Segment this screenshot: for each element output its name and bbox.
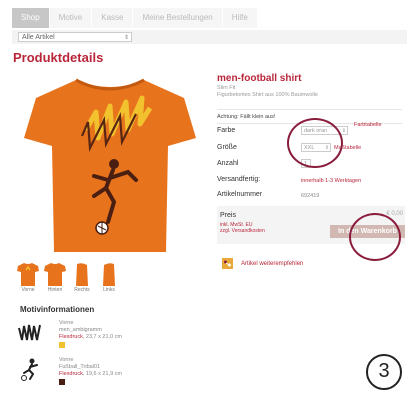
thumbnail-left[interactable]: Links bbox=[97, 262, 121, 293]
tab-kasse[interactable]: Kasse bbox=[92, 8, 134, 28]
thumbnail-label: Hinten bbox=[47, 287, 63, 293]
motiv-item: Vorne Fußball_Tribal01 Flexdruck, 19,6 x… bbox=[18, 357, 122, 385]
print-type-link[interactable]: Flexdruck bbox=[59, 334, 83, 340]
category-select[interactable]: Alle Artikel ⇕ bbox=[18, 32, 132, 42]
product-description: Figurbetontes Shirt aus 100% Baumwolle bbox=[217, 92, 318, 98]
tshirt-front-icon bbox=[17, 263, 39, 286]
size-label: Größe bbox=[217, 144, 237, 151]
step-number-badge: 3 bbox=[366, 354, 402, 390]
price-label: Preis bbox=[220, 212, 236, 219]
tshirt-back-icon bbox=[44, 263, 66, 286]
thumbnail-back[interactable]: Hinten bbox=[43, 262, 67, 293]
page-title: Produktdetails bbox=[13, 50, 104, 65]
shipping-cost-link[interactable]: zzgl. Versandkosten bbox=[220, 228, 265, 234]
size-warning: Achtung: Fällt klein aus! bbox=[217, 114, 276, 120]
color-table-link[interactable]: Farbtabelle bbox=[354, 122, 382, 128]
quantity-label: Anzahl bbox=[217, 160, 239, 167]
recommend-link[interactable]: Artikel weiterempfehlen bbox=[222, 258, 303, 269]
color-label: Farbe bbox=[217, 127, 236, 134]
annotation-circle-cart bbox=[349, 213, 401, 261]
thumbnail-label: Links bbox=[103, 287, 115, 293]
tab-shop[interactable]: Shop bbox=[12, 8, 50, 28]
tshirt-right-icon bbox=[76, 263, 88, 286]
ambigram-motif-icon bbox=[18, 324, 41, 341]
motiv-name: Fußball_Tribal01 bbox=[59, 364, 101, 370]
tab-meine-bestellungen[interactable]: Meine Bestellungen bbox=[133, 8, 223, 28]
thumbnail-right[interactable]: Rechts bbox=[70, 262, 94, 293]
product-image bbox=[24, 78, 196, 252]
product-fit: Slim Fit bbox=[217, 85, 236, 91]
tab-motive[interactable]: Motive bbox=[49, 8, 93, 28]
print-type-link[interactable]: Flexdruck bbox=[59, 371, 83, 377]
thumbnail-label: Rechts bbox=[74, 287, 90, 293]
motiv-heading: Motivinformationen bbox=[20, 305, 95, 314]
article-number-value: 692419 bbox=[301, 193, 320, 199]
view-thumbnails: Vorne Hinten Rechts Links bbox=[16, 262, 121, 293]
product-name: men-football shirt bbox=[217, 73, 302, 84]
annotation-circle-options bbox=[287, 118, 343, 168]
price-info: inkl. MwSt. EU zzgl. Versandkosten bbox=[220, 222, 265, 234]
motiv-size: 19,6 x 21,9 cm bbox=[85, 371, 122, 377]
motiv-color-swatch bbox=[59, 342, 65, 348]
chevron-down-icon: ⇕ bbox=[123, 35, 129, 41]
recommend-label: Artikel weiterempfehlen bbox=[241, 260, 304, 267]
shipping-value: innerhalb 1-3 Werktagen bbox=[301, 178, 362, 184]
shipping-label: Versandfertig: bbox=[217, 176, 261, 183]
motiv-size: 23,7 x 21,0 cm bbox=[85, 334, 122, 340]
share-icon bbox=[222, 258, 233, 269]
divider bbox=[217, 109, 402, 110]
filter-bar: Alle Artikel ⇕ bbox=[12, 30, 407, 44]
motiv-color-swatch bbox=[59, 379, 65, 385]
football-player-motif-icon bbox=[21, 358, 38, 381]
main-tabs: Shop Motive Kasse Meine Bestellungen Hil… bbox=[12, 8, 258, 28]
tab-hilfe[interactable]: Hilfe bbox=[222, 8, 258, 28]
article-number-label: Artikelnummer bbox=[217, 191, 263, 198]
thumbnail-label: Vorne bbox=[21, 287, 35, 293]
tshirt-left-icon bbox=[103, 263, 115, 286]
motiv-side: Vorne bbox=[59, 357, 74, 363]
motiv-name: men_ambigramm bbox=[59, 327, 102, 333]
thumbnail-front[interactable]: Vorne bbox=[16, 262, 40, 293]
motiv-item: Vorne men_ambigramm Flexdruck, 23,7 x 21… bbox=[18, 320, 122, 348]
motiv-side: Vorne bbox=[59, 320, 74, 326]
chevron-down-icon: ⇕ bbox=[341, 128, 346, 134]
category-select-value: Alle Artikel bbox=[22, 34, 55, 41]
page: Shop Motive Kasse Meine Bestellungen Hil… bbox=[0, 0, 410, 397]
product-subtitle: Slim Fit Figurbetontes Shirt aus 100% Ba… bbox=[217, 85, 318, 99]
